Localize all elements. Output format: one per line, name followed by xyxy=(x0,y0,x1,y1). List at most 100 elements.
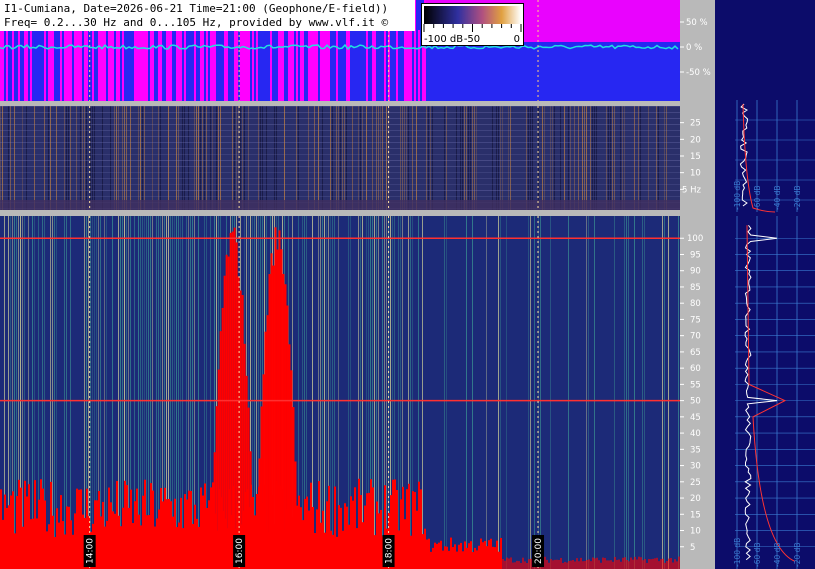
slow-dark xyxy=(276,106,277,210)
main-red-floor xyxy=(582,561,584,569)
slow-streak xyxy=(330,106,331,210)
main-red-floor xyxy=(572,560,574,569)
field-burst xyxy=(110,30,112,101)
main-scale-label: 30 xyxy=(690,462,701,472)
main-red-floor xyxy=(420,489,422,569)
main-red-floor xyxy=(0,489,2,569)
hour-tag-label: 16:00 xyxy=(235,538,245,564)
main-red-floor xyxy=(522,557,524,569)
main-red-burst xyxy=(223,275,226,569)
main-red-floor xyxy=(370,479,372,569)
slow-streak xyxy=(138,106,139,210)
field-burst xyxy=(134,30,136,101)
main-red-floor xyxy=(516,560,518,569)
slow-harmonic xyxy=(0,106,680,107)
main-red-floor xyxy=(170,501,172,569)
field-burst xyxy=(100,30,102,101)
main-red-floor xyxy=(416,510,418,569)
main-red-burst xyxy=(241,295,244,569)
slow-harmonic xyxy=(0,196,680,197)
main-streak xyxy=(330,216,331,569)
field-burst xyxy=(2,30,4,101)
slow-streak xyxy=(590,106,591,210)
main-scale-label: 55 xyxy=(690,380,701,390)
main-streak xyxy=(54,216,55,569)
main-red-floor xyxy=(656,557,658,569)
main-red-floor xyxy=(668,558,670,569)
main-red-floor xyxy=(620,561,622,569)
main-streak xyxy=(88,216,89,569)
main-red-floor xyxy=(70,520,72,569)
main-red-burst xyxy=(245,375,248,569)
field-burst xyxy=(30,30,32,101)
main-red-floor xyxy=(430,551,432,569)
main-red-floor xyxy=(328,485,330,569)
main-red-floor xyxy=(560,557,562,569)
main-red-floor xyxy=(98,490,100,569)
main-red-burst xyxy=(268,274,271,569)
main-red-floor xyxy=(158,509,160,569)
main-red-floor xyxy=(330,530,332,569)
main-red-floor xyxy=(76,488,78,569)
main-scale-label: 20 xyxy=(690,494,701,504)
main-red-floor xyxy=(412,491,414,569)
main-red-floor xyxy=(128,507,130,569)
main-red-burst xyxy=(249,451,252,569)
slow-dark xyxy=(658,106,659,210)
main-red-floor xyxy=(404,519,406,569)
main-red-floor xyxy=(580,557,582,569)
main-red-floor xyxy=(374,535,376,569)
main-red-floor xyxy=(638,556,640,569)
main-red-floor xyxy=(458,544,460,569)
main-red-floor xyxy=(478,545,480,569)
main-streak xyxy=(192,216,193,569)
main-red-floor xyxy=(554,559,556,569)
slow-streak xyxy=(308,106,309,210)
field-burst xyxy=(146,30,148,101)
field-burst xyxy=(158,30,160,101)
slow-streak xyxy=(614,106,615,210)
slow-streak xyxy=(638,106,639,210)
main-red-floor xyxy=(546,559,548,569)
main-red-floor xyxy=(146,515,148,569)
hour-tag-label: 14:00 xyxy=(86,538,96,564)
slow-harmonic xyxy=(0,112,680,113)
slow-streak xyxy=(358,106,359,210)
field-burst xyxy=(328,30,330,101)
main-red-burst xyxy=(278,230,281,569)
main-spectrogram: 14:00 16:00 18:00 20:00 xyxy=(0,216,680,569)
main-streak xyxy=(642,216,643,569)
frequency-scale-column: 50 % 0 % -50 % 25 20 15 10 5 Hz 100 95 90 85 80 75 70 6… xyxy=(680,0,715,569)
main-streak xyxy=(550,216,551,569)
main-red-floor xyxy=(138,514,140,569)
slow-dark xyxy=(592,106,593,210)
main-red-floor xyxy=(372,487,374,569)
main-red-floor xyxy=(340,507,342,569)
slow-dark xyxy=(346,106,347,210)
main-red-floor xyxy=(596,557,598,569)
main-red-floor xyxy=(324,532,326,569)
main-streak xyxy=(594,216,595,569)
slow-streak xyxy=(344,106,345,210)
main-red-burst xyxy=(284,284,287,569)
slow-streak xyxy=(336,106,337,210)
slow-streak xyxy=(116,106,117,210)
colorbar-label: -100 dB xyxy=(424,34,463,45)
main-scale-label: 10 xyxy=(690,527,701,537)
slow-harmonic xyxy=(0,166,680,167)
main-red-floor xyxy=(206,507,208,569)
main-red-burst xyxy=(233,227,236,569)
field-burst xyxy=(404,30,406,101)
main-red-floor xyxy=(434,542,436,569)
slow-streak xyxy=(248,106,249,210)
main-red-floor xyxy=(358,478,360,569)
slow-streak xyxy=(430,106,431,210)
slow-streak xyxy=(466,106,467,210)
slow-scale-label: 25 xyxy=(690,119,701,129)
main-streak xyxy=(22,216,23,569)
main-red-floor xyxy=(32,518,34,569)
main-streak xyxy=(500,216,501,569)
slow-dark xyxy=(322,106,323,210)
main-red-floor xyxy=(488,540,490,569)
slow-streak xyxy=(634,106,635,210)
